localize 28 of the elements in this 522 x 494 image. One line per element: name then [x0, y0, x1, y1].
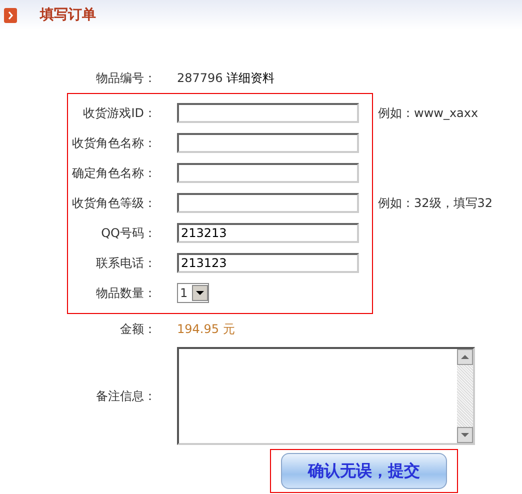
input-field[interactable] — [177, 163, 359, 183]
input-field[interactable]: 213213 — [177, 223, 359, 243]
hint-text: 例如：32级，填写32 — [378, 194, 493, 212]
field-label: QQ号码： — [100, 224, 156, 242]
field-label: 收货游戏ID： — [82, 104, 156, 122]
scrollbar[interactable] — [457, 349, 473, 443]
field-label: 收货角色名称： — [71, 134, 156, 152]
scroll-down-icon[interactable] — [457, 427, 473, 443]
field-label: 备注信息： — [95, 388, 156, 404]
hint-text: 例如：www_xaxx — [378, 104, 478, 122]
field-label: 确定角色名称： — [71, 164, 156, 182]
field-label: 联系电话： — [95, 254, 156, 272]
field-label: 收货角色等级： — [71, 194, 156, 212]
input-field[interactable] — [177, 103, 359, 123]
item-number: 287796 详细资料 — [177, 70, 276, 86]
details-link[interactable]: 详细资料 — [226, 70, 275, 84]
field-label: 金额： — [119, 320, 156, 338]
input-field[interactable] — [177, 133, 359, 153]
scroll-up-icon[interactable] — [457, 349, 473, 365]
remarks-textarea[interactable] — [177, 347, 475, 445]
input-field[interactable]: 213123 — [177, 253, 359, 273]
quantity-dropdown[interactable]: 1 — [177, 283, 209, 303]
field-label: 物品编号： — [95, 70, 156, 86]
submit-button[interactable]: 确认无误，提交 — [281, 453, 447, 489]
field-label: 物品数量： — [95, 284, 156, 302]
amount-value: 194.95 元 — [177, 320, 236, 338]
input-field[interactable] — [177, 193, 359, 213]
page-title: 填写订单 — [40, 6, 96, 24]
